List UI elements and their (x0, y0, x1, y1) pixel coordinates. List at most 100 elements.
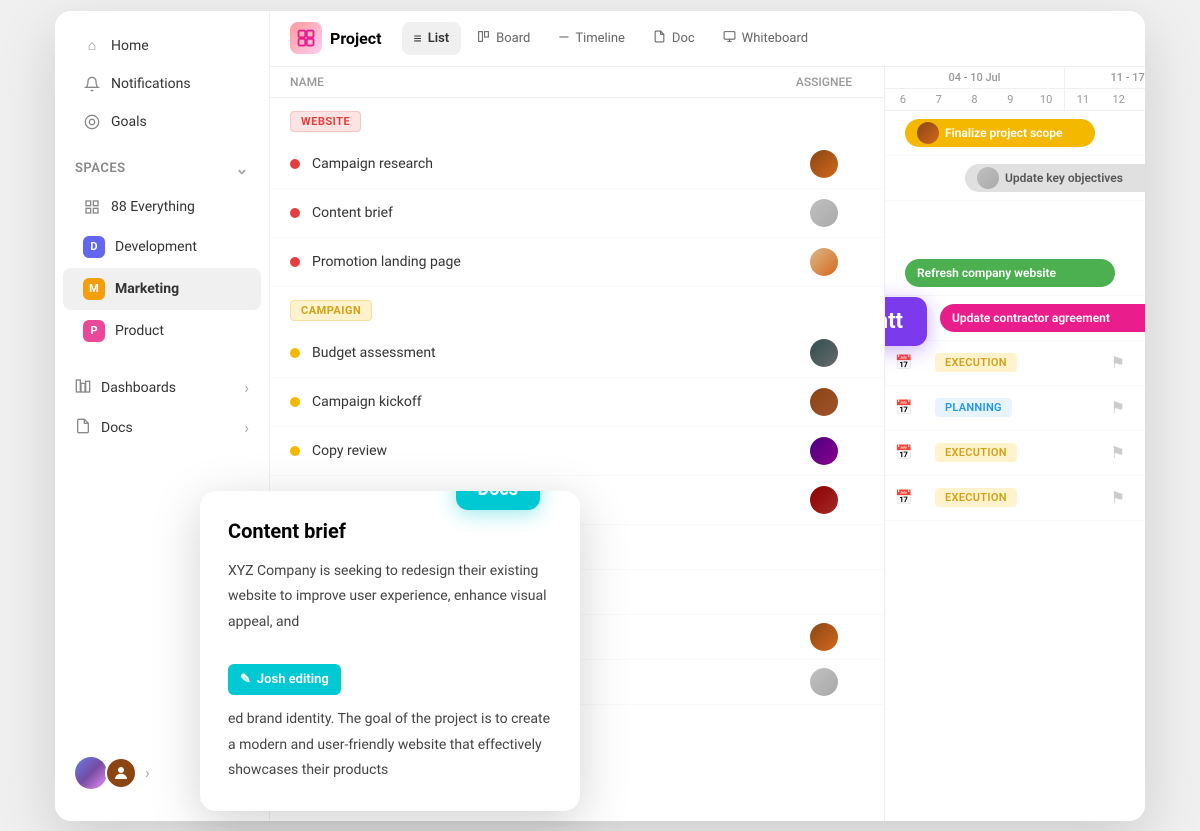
task-row[interactable]: Campaign research (270, 140, 884, 189)
campaign-section-header: CAMPAIGN (270, 287, 884, 329)
timeline-icon: — (558, 30, 569, 46)
gantt-day: 12 (1101, 89, 1137, 110)
task-row[interactable]: Budget assessment (270, 329, 884, 378)
gantt-bar-label: Refresh company website (917, 266, 1056, 280)
tab-timeline[interactable]: — Timeline (546, 22, 637, 54)
gantt-area: 04 - 10 Jul 6 7 8 9 10 11 - 17 Jul 11 (885, 67, 1145, 821)
docs-text-2: ed brand identity. The goal of the proje… (228, 707, 552, 783)
dashboards-expand-icon (244, 378, 249, 397)
sidebar-item-notifications[interactable]: Notifications (63, 65, 261, 103)
task-dot (290, 159, 300, 169)
gantt-tag: EXECUTION (935, 488, 1017, 507)
avatar (810, 486, 838, 514)
user-avatar-gradient (75, 757, 107, 789)
gantt-row: Update key objectives (885, 156, 1145, 201)
task-dot (290, 208, 300, 218)
sidebar-item-product[interactable]: P Product (63, 310, 261, 352)
gantt-bar-avatar (917, 122, 939, 144)
task-assignee (784, 668, 864, 696)
project-icon (290, 22, 322, 54)
col-name-header: NAME (290, 75, 784, 89)
column-header: NAME ASSIGNEE (270, 67, 884, 98)
task-row[interactable]: Copy review (270, 427, 884, 476)
docs-bubble[interactable]: Docs (456, 491, 540, 510)
docs-text-1: XYZ Company is seeking to redesign their… (228, 559, 552, 635)
docs-panel-title: Content brief (228, 519, 552, 543)
task-assignee (784, 248, 864, 276)
docs-panel-text: XYZ Company is seeking to redesign their… (228, 559, 552, 783)
task-assignee (784, 339, 864, 367)
everything-label: 88 Everything (111, 199, 241, 215)
gantt-row: 📅 PLANNING ⚑ (885, 386, 1145, 431)
tab-whiteboard[interactable]: Whiteboard (711, 22, 820, 55)
task-assignee (784, 623, 864, 651)
product-badge: P (83, 320, 105, 342)
docs-expand-icon (244, 418, 249, 437)
highlight-label: Josh editing (257, 668, 329, 691)
gantt-bar-avatar (977, 167, 999, 189)
gantt-bar-refresh[interactable]: Refresh company website (905, 259, 1115, 287)
task-name: Content brief (312, 205, 784, 221)
gantt-tag: EXECUTION (935, 443, 1017, 462)
highlight-bar: ✎ Josh editing (228, 664, 341, 695)
task-row[interactable]: Content brief (270, 189, 884, 238)
development-label: Development (115, 239, 197, 255)
header-tabs: Project ≡ List Board — Timeline Doc (270, 11, 1145, 67)
sidebar-item-goals[interactable]: Goals (63, 103, 261, 141)
gantt-bar-contractor[interactable]: Update contractor agreement (940, 304, 1145, 332)
avatar (810, 437, 838, 465)
calendar-icon: 📅 (895, 355, 912, 371)
calendar-icon: 📅 (895, 400, 912, 416)
sidebar-item-home[interactable]: Home (63, 27, 261, 65)
gantt-row: 📅 EXECUTION ⚑ (885, 341, 1145, 386)
gantt-day: 7 (921, 89, 957, 110)
sidebar-label-home: Home (111, 38, 149, 54)
gantt-row: 📅 EXECUTION ⚑ (885, 476, 1145, 521)
task-assignee (784, 486, 864, 514)
gantt-day: 8 (957, 89, 993, 110)
gantt-tag: PLANNING (935, 398, 1012, 417)
avatar (810, 623, 838, 651)
sidebar-item-docs[interactable]: Docs (55, 408, 269, 448)
task-row[interactable]: Promotion landing page (270, 238, 884, 287)
docs-panel: Content brief XYZ Company is seeking to … (200, 491, 580, 811)
gantt-week-1: 04 - 10 Jul 6 7 8 9 10 (885, 67, 1065, 110)
gantt-bar-finalize[interactable]: Finalize project scope (905, 119, 1095, 147)
task-assignee (784, 437, 864, 465)
task-assignee (784, 388, 864, 416)
campaign-label: CAMPAIGN (290, 300, 372, 321)
tab-list[interactable]: ≡ List (402, 22, 462, 55)
whiteboard-icon (723, 30, 736, 47)
gantt-bar-label: Update contractor agreement (952, 311, 1110, 325)
gantt-header: 04 - 10 Jul 6 7 8 9 10 11 - 17 Jul 11 (885, 67, 1145, 111)
home-icon (83, 37, 101, 55)
spaces-collapse-icon[interactable] (235, 159, 249, 178)
gantt-bubble[interactable]: Gantt (885, 297, 927, 346)
website-section-header: WEBSITE (270, 98, 884, 140)
user-chevron-icon[interactable]: › (145, 763, 150, 782)
task-name: Budget assessment (312, 345, 784, 361)
sidebar-item-dashboards[interactable]: Dashboards (55, 368, 269, 408)
task-row[interactable]: Campaign kickoff (270, 378, 884, 427)
gantt-day: 11 (1065, 89, 1101, 110)
grid-icon (83, 198, 101, 216)
gantt-row: Finalize project scope (885, 111, 1145, 156)
sidebar-item-everything[interactable]: 88 Everything (63, 188, 261, 226)
sidebar-item-development[interactable]: D Development (63, 226, 261, 268)
gantt-bar-update-key[interactable]: Update key objectives (965, 164, 1145, 192)
task-name: Copy review (312, 443, 784, 459)
gantt-row: Refresh company website (885, 251, 1145, 296)
task-name: Campaign kickoff (312, 394, 784, 410)
gantt-day: 10 (1028, 89, 1064, 110)
sidebar-item-marketing[interactable]: M Marketing (63, 268, 261, 310)
gantt-bar-label: Update key objectives (1005, 171, 1123, 185)
gantt-day: 13 (1137, 89, 1146, 110)
avatar (810, 199, 838, 227)
pencil-icon: ✎ (240, 668, 251, 691)
bell-icon (83, 75, 101, 93)
sidebar-label-notifications: Notifications (111, 76, 191, 92)
development-badge: D (83, 236, 105, 258)
tab-doc[interactable]: Doc (641, 22, 707, 55)
tab-board[interactable]: Board (465, 22, 542, 55)
spaces-header: Spaces (55, 149, 269, 188)
